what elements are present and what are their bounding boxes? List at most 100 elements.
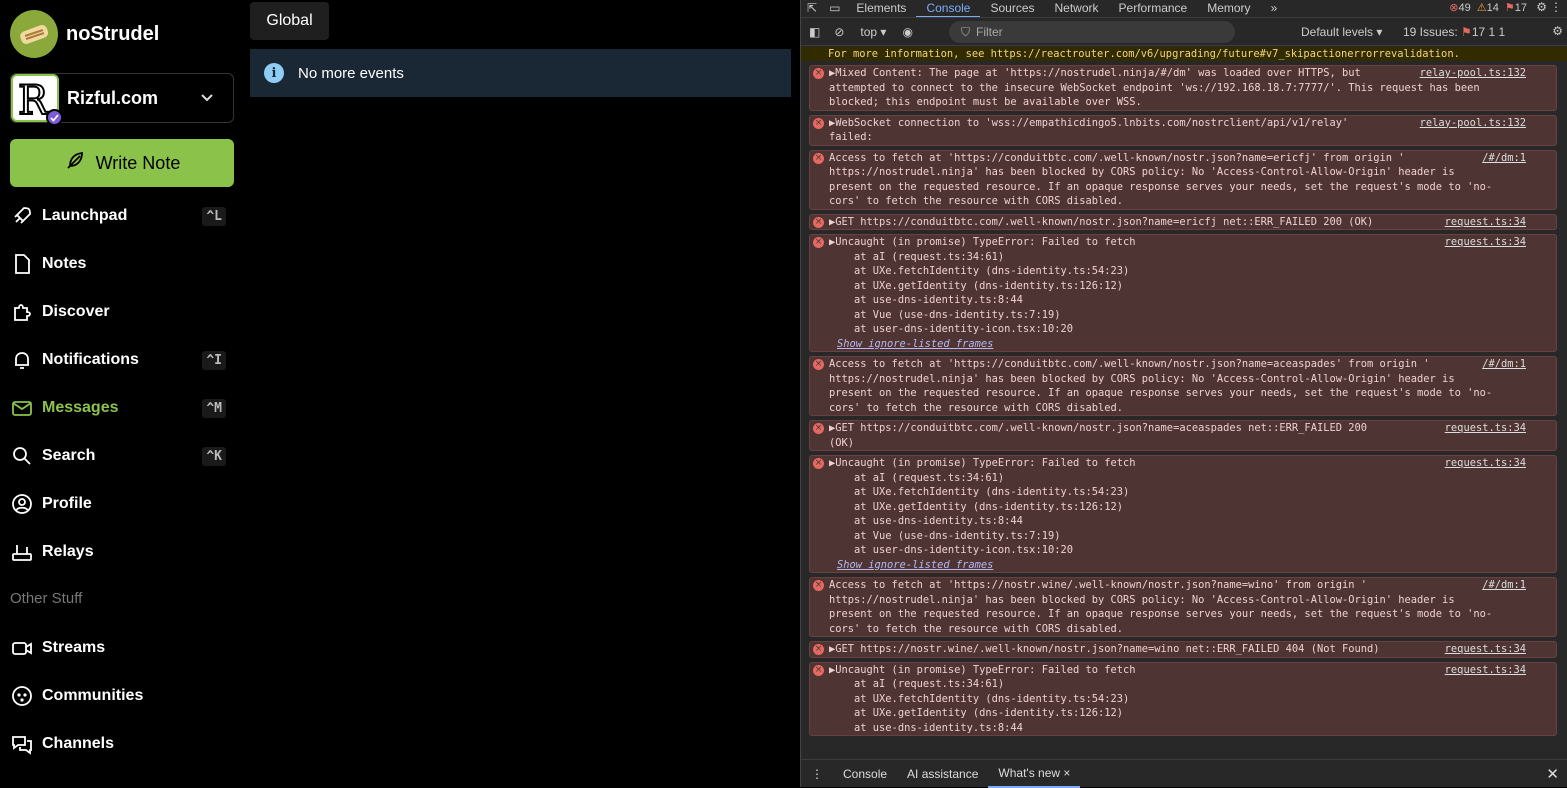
error-icon: × xyxy=(813,458,824,469)
show-ignore-listed-link[interactable]: Show ignore-listed frames xyxy=(829,337,1516,352)
source-link[interactable]: relay-pool.ts:132 xyxy=(1420,116,1526,131)
eye-icon[interactable]: ◉ xyxy=(902,25,912,39)
device-toolbar-icon[interactable]: ▭ xyxy=(823,0,846,17)
tab-elements[interactable]: Elements xyxy=(846,0,916,17)
nav-label: Discover xyxy=(42,303,110,320)
message-line: ▶GET https://conduitbtc.com/.well-known/… xyxy=(829,422,1367,434)
log-levels-select[interactable]: Default levels ▾ xyxy=(1301,25,1382,39)
nav-profile[interactable]: Profile xyxy=(10,488,234,520)
nav-messages[interactable]: Messages ^M xyxy=(10,392,234,424)
brand[interactable]: noStrudel xyxy=(10,10,159,58)
context-select[interactable]: top ▾ xyxy=(860,25,886,39)
message-line: Access to fetch at 'https://conduitbtc.c… xyxy=(829,151,1405,164)
message-line: https://nostrudel.ninja' has been blocke… xyxy=(829,166,1455,178)
nav-relays[interactable]: Relays xyxy=(10,536,234,568)
show-ignore-listed-link[interactable]: Show ignore-listed frames xyxy=(829,558,1516,573)
message-line: at UXe.getIdentity (dns-identity.ts:126:… xyxy=(829,500,1124,513)
settings-gear-icon[interactable]: ⚙ xyxy=(1536,0,1547,14)
source-link[interactable]: /#/dm:1 xyxy=(1482,151,1526,166)
console-error-message[interactable]: × Access to fetch at 'https://conduitbtc.… xyxy=(809,149,1557,210)
message-line: https://nostrudel.ninja' has been blocke… xyxy=(829,593,1455,606)
nav-label: Messages xyxy=(42,399,119,416)
source-link[interactable]: request.ts:34 xyxy=(1445,421,1526,436)
nav-launchpad[interactable]: Launchpad ^L xyxy=(10,200,234,232)
clear-console-icon[interactable]: ⊘ xyxy=(834,25,844,39)
devtools-counters[interactable]: ⊗49 ⚠14 ⚑17 xyxy=(1449,1,1527,14)
more-tabs-icon[interactable]: » xyxy=(1261,0,1288,17)
write-note-button[interactable]: Write Note xyxy=(10,139,234,187)
drawer-menu-icon[interactable]: ⋮ xyxy=(801,767,833,781)
source-link[interactable]: request.ts:34 xyxy=(1445,235,1526,250)
tab-sources[interactable]: Sources xyxy=(980,0,1044,17)
console-settings-icon[interactable]: ⚙ xyxy=(1552,24,1563,38)
source-link[interactable]: request.ts:34 xyxy=(1445,663,1526,678)
nav-discover[interactable]: Discover xyxy=(10,296,234,328)
console-error-message[interactable]: × ▶Uncaught (in promise) TypeError: Faile… xyxy=(809,661,1557,736)
source-link[interactable]: request.ts:34 xyxy=(1445,456,1526,471)
source-link[interactable]: request.ts:34 xyxy=(1445,642,1526,657)
error-icon: × xyxy=(813,152,824,164)
message-line: at use-dns-identity.ts:8:44 xyxy=(829,721,1023,734)
sidebar-toggle-icon[interactable]: ◧ xyxy=(809,25,820,39)
chevron-down-icon[interactable] xyxy=(195,89,219,107)
tab-console[interactable]: Console xyxy=(916,0,981,17)
source-link[interactable]: relay-pool.ts:132 xyxy=(1420,66,1526,81)
message-line: ▶GET https://conduitbtc.com/.well-known/… xyxy=(829,215,1374,228)
drawer-tabbar: ⋮ Console AI assistance What's new × ✕ xyxy=(801,759,1567,788)
nav-notifications[interactable]: Notifications ^I xyxy=(10,344,234,376)
kebab-menu-icon[interactable]: ⋮ xyxy=(1550,0,1562,14)
drawer-tab-whats-new[interactable]: What's new × xyxy=(988,760,1081,788)
tab-network[interactable]: Network xyxy=(1045,0,1109,17)
nav-search[interactable]: Search ^K xyxy=(10,440,234,472)
no-more-events-alert: i No more events xyxy=(250,49,791,97)
nav-notes[interactable]: Notes xyxy=(10,248,234,280)
nav-channels[interactable]: Channels xyxy=(10,728,234,760)
issues-button[interactable]: 19 Issues: ⚑17 1 1 xyxy=(1403,25,1505,39)
console-toolbar: ◧ ⊘ top ▾ ◉ ⛉ Filter Default levels ▾ 19… xyxy=(801,18,1567,46)
console-error-message[interactable]: × ▶Mixed Content: The page at 'https://no… xyxy=(809,65,1557,111)
filter-input[interactable]: ⛉ Filter xyxy=(949,21,1235,43)
message-line: cors' to fetch the resource with CORS di… xyxy=(829,401,1124,414)
console-error-message[interactable]: × ▶GET https://conduitbtc.com/.well-known… xyxy=(809,213,1557,230)
tab-performance[interactable]: Performance xyxy=(1109,0,1198,17)
console-error-message[interactable]: × ▶GET https://conduitbtc.com/.well-known… xyxy=(809,420,1557,451)
drawer-tab-console[interactable]: Console xyxy=(833,767,897,781)
devtools-tabbar: ⇱ ▭ Elements Console Sources Network Per… xyxy=(801,0,1567,18)
nostrudel-app: noStrudel R Rizful.com Write Note Launch… xyxy=(0,0,800,787)
message-line: cors' to fetch the resource with CORS di… xyxy=(829,195,1124,207)
source-link[interactable]: request.ts:34 xyxy=(1445,215,1526,230)
shortcut-hint: ^L xyxy=(202,206,226,226)
console-error-message[interactable]: × ▶Uncaught (in promise) TypeError: Faile… xyxy=(809,455,1557,573)
warning-count: ⚠14 xyxy=(1476,2,1499,14)
error-icon: × xyxy=(813,644,824,655)
message-line: at UXe.fetchIdentity (dns-identity.ts:54… xyxy=(829,692,1130,705)
info-icon: i xyxy=(264,63,284,83)
nav-communities[interactable]: Communities xyxy=(10,680,234,712)
account-switcher[interactable]: R Rizful.com xyxy=(10,73,234,126)
shortcut-hint: ^I xyxy=(202,350,226,370)
console-error-message[interactable]: × ▶Uncaught (in promise) TypeError: Faile… xyxy=(809,234,1557,352)
issue-count: ⚑17 xyxy=(1504,2,1527,14)
drawer-tab-ai-assistance[interactable]: AI assistance xyxy=(897,767,988,781)
source-link[interactable]: /#/dm:1 xyxy=(1482,578,1526,593)
tab-memory[interactable]: Memory xyxy=(1197,0,1260,17)
nav-label: Communities xyxy=(42,687,144,704)
strudel-logo-icon xyxy=(10,10,58,58)
message-line: at user-dns-identity-icon.tsx:10:20 xyxy=(829,544,1073,556)
tab-global[interactable]: Global xyxy=(250,2,329,40)
console-error-message[interactable]: × Access to fetch at 'https://nostr.wine/… xyxy=(809,577,1557,637)
console-error-message[interactable]: × ▶WebSocket connection to 'wss://empathi… xyxy=(809,114,1557,146)
console-error-message[interactable]: × ▶GET https://nostr.wine/.well-known/nos… xyxy=(809,641,1557,658)
nav-label: Notes xyxy=(42,255,87,272)
close-drawer-icon[interactable]: ✕ xyxy=(1546,765,1559,783)
inspect-icon[interactable]: ⇱ xyxy=(801,0,823,17)
alert-text: No more events xyxy=(298,64,404,82)
bell-icon xyxy=(10,348,34,372)
message-line: Access to fetch at 'https://nostr.wine/.… xyxy=(829,579,1367,591)
nav-streams[interactable]: Streams xyxy=(10,632,234,664)
source-link[interactable]: /#/dm:1 xyxy=(1482,357,1526,372)
error-icon: × xyxy=(813,359,824,370)
console-output[interactable]: For more information, see https://reactr… xyxy=(801,47,1567,759)
console-error-message[interactable]: × Access to fetch at 'https://conduitbtc.… xyxy=(809,356,1557,416)
message-line: https://nostrudel.ninja' has been blocke… xyxy=(829,372,1455,385)
